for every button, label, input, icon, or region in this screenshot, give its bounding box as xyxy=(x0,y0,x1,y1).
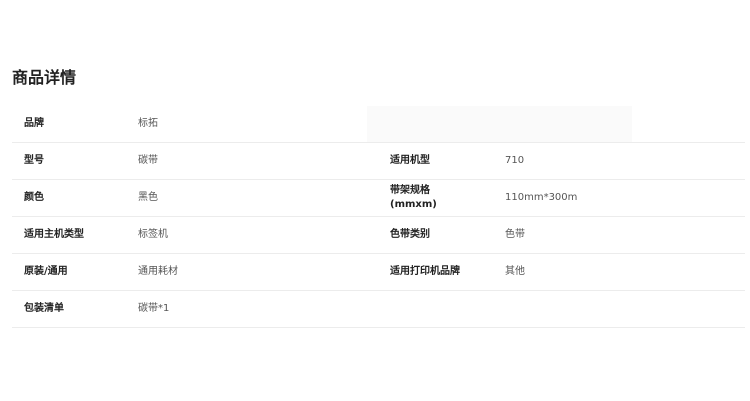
spec-label: 适用机型 xyxy=(390,155,430,166)
spec-label: 型号 xyxy=(24,155,44,166)
spec-label: 适用打印机品牌 xyxy=(390,266,460,277)
spec-value: 通用耗材 xyxy=(138,266,178,277)
spec-value: 色带 xyxy=(505,229,525,240)
spec-row: 适用主机类型 标签机 色带类别 色带 xyxy=(12,217,745,254)
spec-label xyxy=(390,291,500,327)
spec-value: 碳带*1 xyxy=(138,303,170,314)
spec-label: 品牌 xyxy=(24,118,44,129)
spec-row: 品牌 标拓 xyxy=(12,106,745,143)
spec-label: 包装清单 xyxy=(24,303,64,314)
spec-value: 标拓 xyxy=(138,118,158,129)
spec-row: 颜色 黑色 带架规格 (mmxm) 110mm*300m xyxy=(12,180,745,217)
spec-label: 适用主机类型 xyxy=(24,229,84,240)
spec-label: 原装/通用 xyxy=(24,266,68,277)
spec-value: 碳带 xyxy=(138,155,158,166)
spec-label: 色带类别 xyxy=(390,229,430,240)
spec-label: 颜色 xyxy=(24,192,44,203)
product-details-panel: 商品详情 品牌 标拓 型号 碳带 适用机型 710 颜色 黑色 带架规格 (mm… xyxy=(0,0,750,401)
spec-label: 带架规格 (mmxm) xyxy=(390,185,437,210)
spec-value xyxy=(505,291,735,327)
spec-value: 710 xyxy=(505,155,525,166)
spec-value xyxy=(505,106,735,142)
spec-row: 原装/通用 通用耗材 适用打印机品牌 其他 xyxy=(12,254,745,291)
spec-label xyxy=(390,106,500,142)
spec-row: 包装清单 碳带*1 xyxy=(12,291,745,328)
spec-row: 型号 碳带 适用机型 710 xyxy=(12,143,745,180)
spec-value: 其他 xyxy=(505,266,525,277)
spec-table: 品牌 标拓 型号 碳带 适用机型 710 颜色 黑色 带架规格 (mmxm) 1… xyxy=(12,106,745,328)
spec-value: 标签机 xyxy=(138,229,168,240)
spec-value: 黑色 xyxy=(138,192,158,203)
spec-value: 110mm*300m xyxy=(505,192,578,203)
section-title: 商品详情 xyxy=(12,68,77,87)
